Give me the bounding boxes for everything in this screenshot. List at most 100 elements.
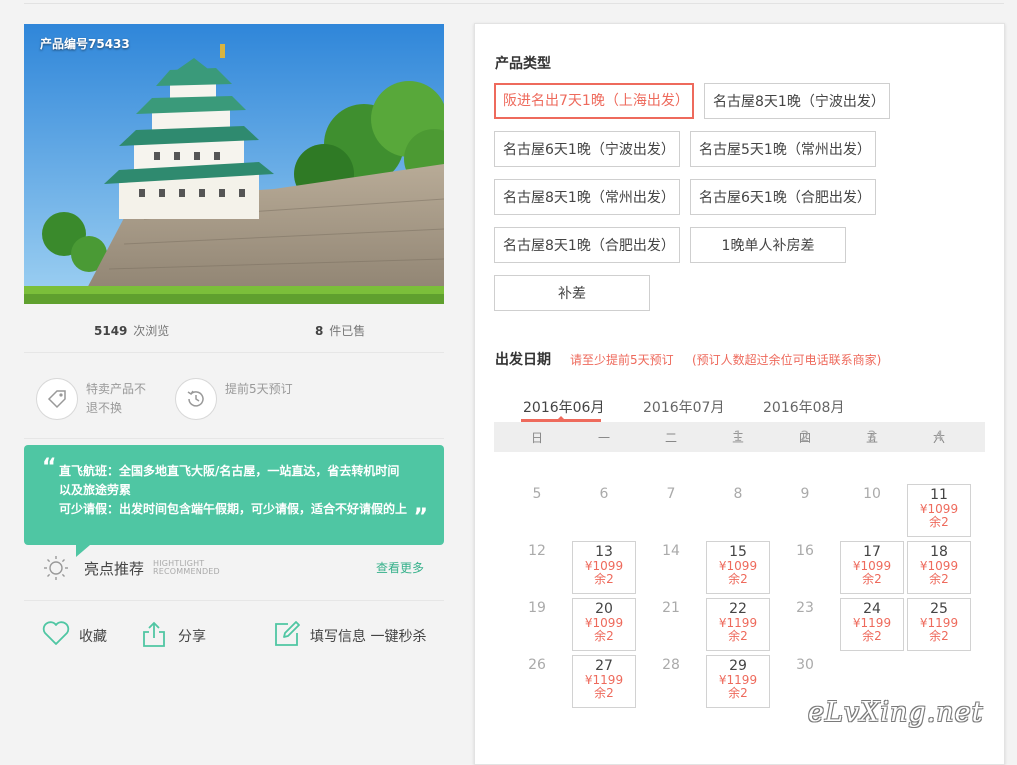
- day-number: 9: [800, 486, 810, 502]
- sun-icon: [44, 556, 68, 580]
- day-seats-left: 余2: [929, 572, 949, 586]
- calendar-day-available[interactable]: 13 ¥1099 余2: [572, 541, 636, 594]
- calendar-day: 8: [706, 484, 770, 537]
- calendar-day-available[interactable]: 22 ¥1199 余2: [706, 598, 770, 651]
- day-number: 15: [729, 544, 747, 560]
- views-count: 5149: [94, 324, 128, 338]
- product-type-option[interactable]: 名古屋8天1晚（合肥出发）: [494, 227, 680, 263]
- month-tab[interactable]: 2016年06月: [523, 397, 604, 417]
- booking-panel: 产品类型 阪进名出7天1晚（上海出发） 名古屋8天1晚（宁波出发） 名古屋6天1…: [474, 23, 1005, 765]
- calendar-day-available[interactable]: 24 ¥1199 余2: [840, 598, 904, 651]
- heart-icon: [42, 621, 70, 645]
- calendar-day: 19: [505, 598, 569, 651]
- product-code: 产品编号75433: [40, 37, 130, 51]
- calendar-day: 1: [706, 427, 770, 480]
- product-type-option[interactable]: 补差: [494, 275, 650, 311]
- views-stat: 5149 次浏览: [94, 322, 169, 339]
- see-more-link[interactable]: 查看更多: [376, 559, 424, 576]
- day-number: 11: [930, 487, 948, 503]
- calendar-day-available[interactable]: 17 ¥1099 余2: [840, 541, 904, 594]
- calendar-day: 5: [505, 484, 569, 537]
- calendar-day-available[interactable]: 25 ¥1199 余2: [907, 598, 971, 651]
- product-type-option[interactable]: 名古屋5天1晚（常州出发）: [690, 131, 876, 167]
- calendar-day-available[interactable]: 20 ¥1099 余2: [572, 598, 636, 651]
- day-number: 13: [595, 544, 613, 560]
- day-seats-left: 余2: [728, 686, 748, 700]
- product-type-option[interactable]: 名古屋6天1晚（宁波出发）: [494, 131, 680, 167]
- calendar-day: 21: [639, 598, 703, 651]
- calendar-day: 3: [840, 427, 904, 480]
- day-number: 8: [733, 486, 743, 502]
- divider: [24, 600, 444, 601]
- quote-close-icon: ”: [413, 505, 428, 530]
- calendar-day-available[interactable]: 11 ¥1099 余2: [907, 484, 971, 537]
- product-features: 特卖产品不退不换 提前5天预订: [24, 362, 444, 439]
- weekday-label: 日: [530, 431, 543, 445]
- day-number: 1: [733, 429, 743, 445]
- product-stats: 5149 次浏览 8 件已售: [24, 312, 444, 353]
- highlight-line-2: 以及旅途劳累: [59, 483, 132, 497]
- share-icon: [143, 621, 165, 647]
- feature-text: 特卖产品不退不换: [86, 382, 147, 415]
- feature-text: 提前5天预订: [225, 382, 293, 396]
- product-type-option[interactable]: 名古屋6天1晚（合肥出发）: [690, 179, 876, 215]
- day-seats-left: 余2: [862, 629, 882, 643]
- highlights-header: 亮点推荐 HIGHTLIGHT RECOMMENDED 查看更多: [24, 552, 444, 592]
- day-number: 18: [930, 544, 948, 560]
- day-number: 4: [934, 429, 944, 445]
- sold-count: 8: [315, 324, 324, 338]
- day-number: 20: [595, 601, 613, 617]
- day-number: 21: [662, 600, 680, 616]
- product-type-option[interactable]: 1晚单人补房差: [690, 227, 846, 263]
- clock-history-icon: [175, 378, 217, 420]
- departure-date-title: 出发日期: [495, 352, 551, 368]
- day-seats-left: 余2: [594, 686, 614, 700]
- active-month-caret-icon: [557, 416, 565, 420]
- day-number: 2: [800, 429, 810, 445]
- calendar-day-available[interactable]: 15 ¥1099 余2: [706, 541, 770, 594]
- day-seats-left: 余2: [594, 629, 614, 643]
- day-number: 27: [595, 658, 613, 674]
- action-bar: 收藏 分享 填写信息 一键秒杀: [24, 610, 444, 658]
- day-number: 29: [729, 658, 747, 674]
- calendar-day-available[interactable]: 27 ¥1199 余2: [572, 655, 636, 708]
- calendar-day: 6: [572, 484, 636, 537]
- calendar-day-available[interactable]: 29 ¥1199 余2: [706, 655, 770, 708]
- highlight-line-3: 可少请假：出发时间包含端午假期，可少请假，适合不好请假的上: [59, 502, 408, 516]
- favorite-label: 收藏: [79, 629, 107, 645]
- product-type-option[interactable]: 名古屋8天1晚（宁波出发）: [704, 83, 890, 119]
- day-number: 26: [528, 657, 546, 673]
- share-label: 分享: [178, 629, 206, 645]
- highlights-subtitle-line2: RECOMMENDED: [153, 567, 220, 576]
- day-number: 14: [662, 543, 680, 559]
- day-number: 12: [528, 543, 546, 559]
- calendar-day: 2: [773, 427, 837, 480]
- weekday-label: 二: [664, 431, 677, 445]
- month-tab[interactable]: 2016年08月: [763, 397, 844, 417]
- day-seats-left: 余2: [728, 629, 748, 643]
- day-number: 22: [729, 601, 747, 617]
- day-number: 10: [863, 486, 881, 502]
- day-seats-left: 余2: [929, 515, 949, 529]
- fill-info-label: 填写信息 一键秒杀: [310, 629, 427, 645]
- day-seats-left: 余2: [862, 572, 882, 586]
- day-seats-left: 余2: [728, 572, 748, 586]
- highlights-subtitle: HIGHTLIGHT RECOMMENDED: [153, 560, 220, 576]
- day-number: 3: [867, 429, 877, 445]
- views-label: 次浏览: [133, 324, 170, 338]
- calendar-day-available[interactable]: 18 ¥1099 余2: [907, 541, 971, 594]
- calendar-day: 14: [639, 541, 703, 594]
- highlights-bubble: “ 直飞航班：全国多地直飞大阪/名古屋，一站直达，省去转机时间 以及旅途劳累 可…: [24, 445, 444, 557]
- highlights-text: 直飞航班：全国多地直飞大阪/名古屋，一站直达，省去转机时间 以及旅途劳累 可少请…: [59, 462, 419, 519]
- quote-open-icon: “: [42, 455, 57, 480]
- day-number: 16: [796, 543, 814, 559]
- day-number: 7: [666, 486, 676, 502]
- tag-icon: [36, 378, 78, 420]
- day-number: 28: [662, 657, 680, 673]
- product-type-option[interactable]: 名古屋8天1晚（常州出发）: [494, 179, 680, 215]
- sold-label: 件已售: [329, 324, 366, 338]
- month-tab[interactable]: 2016年07月: [643, 397, 724, 417]
- calendar-day: 16: [773, 541, 837, 594]
- day-seats-left: 余2: [929, 629, 949, 643]
- product-type-option[interactable]: 阪进名出7天1晚（上海出发）: [494, 83, 694, 119]
